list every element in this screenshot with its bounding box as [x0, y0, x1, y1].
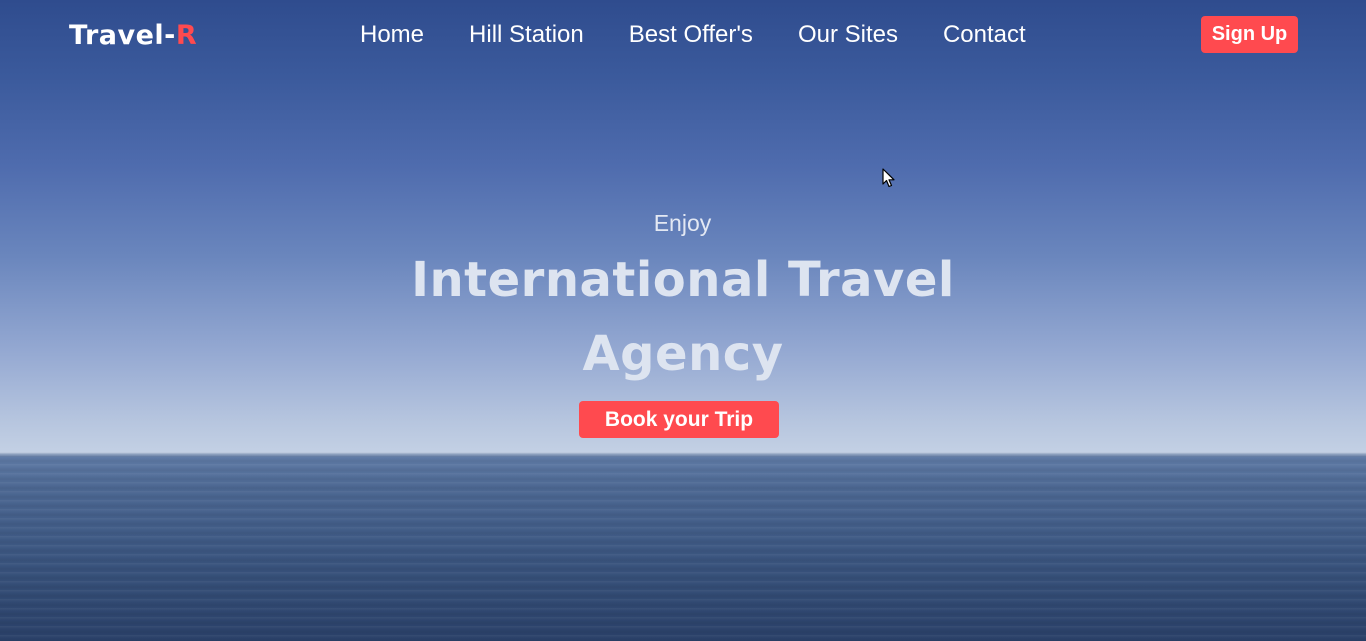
nav-item-best-offers[interactable]: Best Offer's [629, 18, 753, 52]
top-navbar: Travel-R Home Hill Station Best Offer's … [0, 0, 1366, 70]
hero-eyebrow: Enjoy [653, 210, 712, 236]
nav-menu: Home Hill Station Best Offer's Our Sites… [360, 18, 1026, 52]
sign-up-button[interactable]: Sign Up [1201, 16, 1298, 53]
hero-content: Enjoy International Travel Agency [0, 205, 1366, 391]
sea-background [0, 455, 1366, 641]
hero-headline: International Travel Agency [411, 252, 955, 382]
mouse-pointer-icon [882, 168, 895, 188]
nav-item-home[interactable]: Home [360, 18, 424, 52]
brand-name-main: Travel- [69, 20, 176, 51]
nav-item-our-sites[interactable]: Our Sites [798, 18, 898, 52]
book-trip-button[interactable]: Book your Trip [579, 401, 779, 438]
hero-section: Travel-R Home Hill Station Best Offer's … [0, 0, 1366, 641]
nav-item-contact[interactable]: Contact [943, 18, 1026, 52]
brand-name-accent: R [175, 20, 198, 51]
brand-logo[interactable]: Travel-R [69, 18, 197, 54]
nav-item-hill-station[interactable]: Hill Station [469, 18, 584, 52]
